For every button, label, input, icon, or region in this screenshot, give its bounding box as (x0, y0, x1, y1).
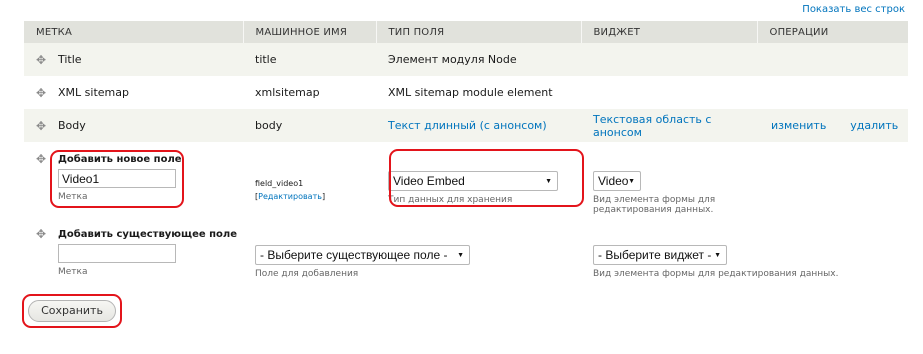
new-field-widget-desc: Вид элемента формы для редактирования да… (593, 195, 716, 215)
new-field-type-desc: Тип данных для хранения (388, 195, 513, 205)
show-row-weights-link[interactable]: Показать вес строк (802, 4, 905, 16)
new-field-type-select[interactable]: Video Embed ▼ (388, 171, 558, 191)
table-row: ✥ XML sitemap xmlsitemap XML sitemap modu… (24, 76, 908, 109)
existing-field-desc: Поле для добавления (255, 269, 359, 279)
existing-field-select[interactable]: - Выберите существующее поле - ▼ (255, 245, 470, 265)
dropdown-arrow-icon: ▼ (714, 252, 721, 259)
header-operations: ОПЕРАЦИИ (757, 21, 908, 43)
table-header: МЕТКА МАШИННОЕ ИМЯ ТИП ПОЛЯ ВИДЖЕТ ОПЕРА… (24, 21, 908, 43)
field-machine-name: title (243, 43, 376, 76)
field-type: XML sitemap module element (376, 76, 581, 109)
add-new-field-title: Добавить новое поле (58, 154, 182, 165)
edit-link[interactable]: изменить (771, 119, 826, 132)
header-machine-name: МАШИННОЕ ИМЯ (243, 21, 377, 43)
field-type: Элемент модуля Node (376, 43, 581, 76)
widget-link[interactable]: Текстовая область с анонсом (593, 113, 711, 139)
existing-widget-value: - Выберите виджет - (598, 248, 712, 262)
new-field-label-desc: Метка (58, 192, 88, 202)
dropdown-arrow-icon: ▼ (545, 178, 552, 185)
new-field-label-input[interactable] (58, 169, 176, 188)
machine-name-edit-link[interactable]: Редактировать (258, 192, 322, 201)
add-new-field-row: ✥Добавить новое поле Метка field_video1 … (24, 142, 908, 221)
new-field-machine-name: field_video1 (255, 179, 304, 188)
drag-handle-icon[interactable]: ✥ (36, 228, 48, 240)
new-field-widget-value: Video (598, 174, 629, 188)
new-field-type-value: Video Embed (393, 174, 465, 188)
drag-handle-icon[interactable]: ✥ (36, 120, 48, 132)
drag-handle-icon[interactable]: ✥ (36, 87, 48, 99)
existing-field-label-desc: Метка (58, 267, 88, 277)
existing-field-value: - Выберите существующее поле - (260, 248, 448, 262)
existing-field-label-input[interactable] (58, 244, 176, 263)
dropdown-arrow-icon: ▼ (457, 252, 464, 259)
field-label: Body (58, 119, 86, 132)
field-machine-name: xmlsitemap (243, 76, 376, 109)
field-operations (757, 76, 908, 109)
table-row: ✥ Body body Текст длинный (с анонсом) Тек… (24, 109, 908, 142)
drag-handle-icon[interactable]: ✥ (36, 153, 48, 165)
existing-widget-desc: Вид элемента формы для редактирования да… (593, 269, 839, 279)
table-row: ✥ Title title Элемент модуля Node (24, 43, 908, 76)
drag-handle-icon[interactable]: ✥ (36, 54, 48, 66)
new-field-widget-select[interactable]: Video ▼ (593, 171, 641, 191)
save-button[interactable]: Сохранить (28, 300, 116, 322)
field-label: Title (58, 53, 82, 66)
field-label: XML sitemap (58, 86, 129, 99)
header-widget: ВИДЖЕТ (581, 21, 758, 43)
field-machine-name: body (243, 109, 376, 142)
add-existing-field-row: ✥ Добавить существующее поле Метка - Выбе… (24, 221, 908, 281)
header-field-type: ТИП ПОЛЯ (376, 21, 582, 43)
dropdown-arrow-icon: ▼ (628, 178, 635, 185)
add-existing-field-title: Добавить существующее поле (58, 229, 238, 240)
field-type-link[interactable]: Текст длинный (с анонсом) (388, 119, 547, 132)
delete-link[interactable]: удалить (850, 119, 898, 132)
field-widget (581, 76, 757, 109)
machine-name-bracket-close: ] (321, 192, 326, 201)
header-label: МЕТКА (24, 21, 244, 43)
existing-widget-select[interactable]: - Выберите виджет - ▼ (593, 245, 727, 265)
field-widget (581, 43, 757, 76)
field-operations (757, 43, 908, 76)
fields-table: МЕТКА МАШИННОЕ ИМЯ ТИП ПОЛЯ ВИДЖЕТ ОПЕРА… (24, 21, 908, 281)
